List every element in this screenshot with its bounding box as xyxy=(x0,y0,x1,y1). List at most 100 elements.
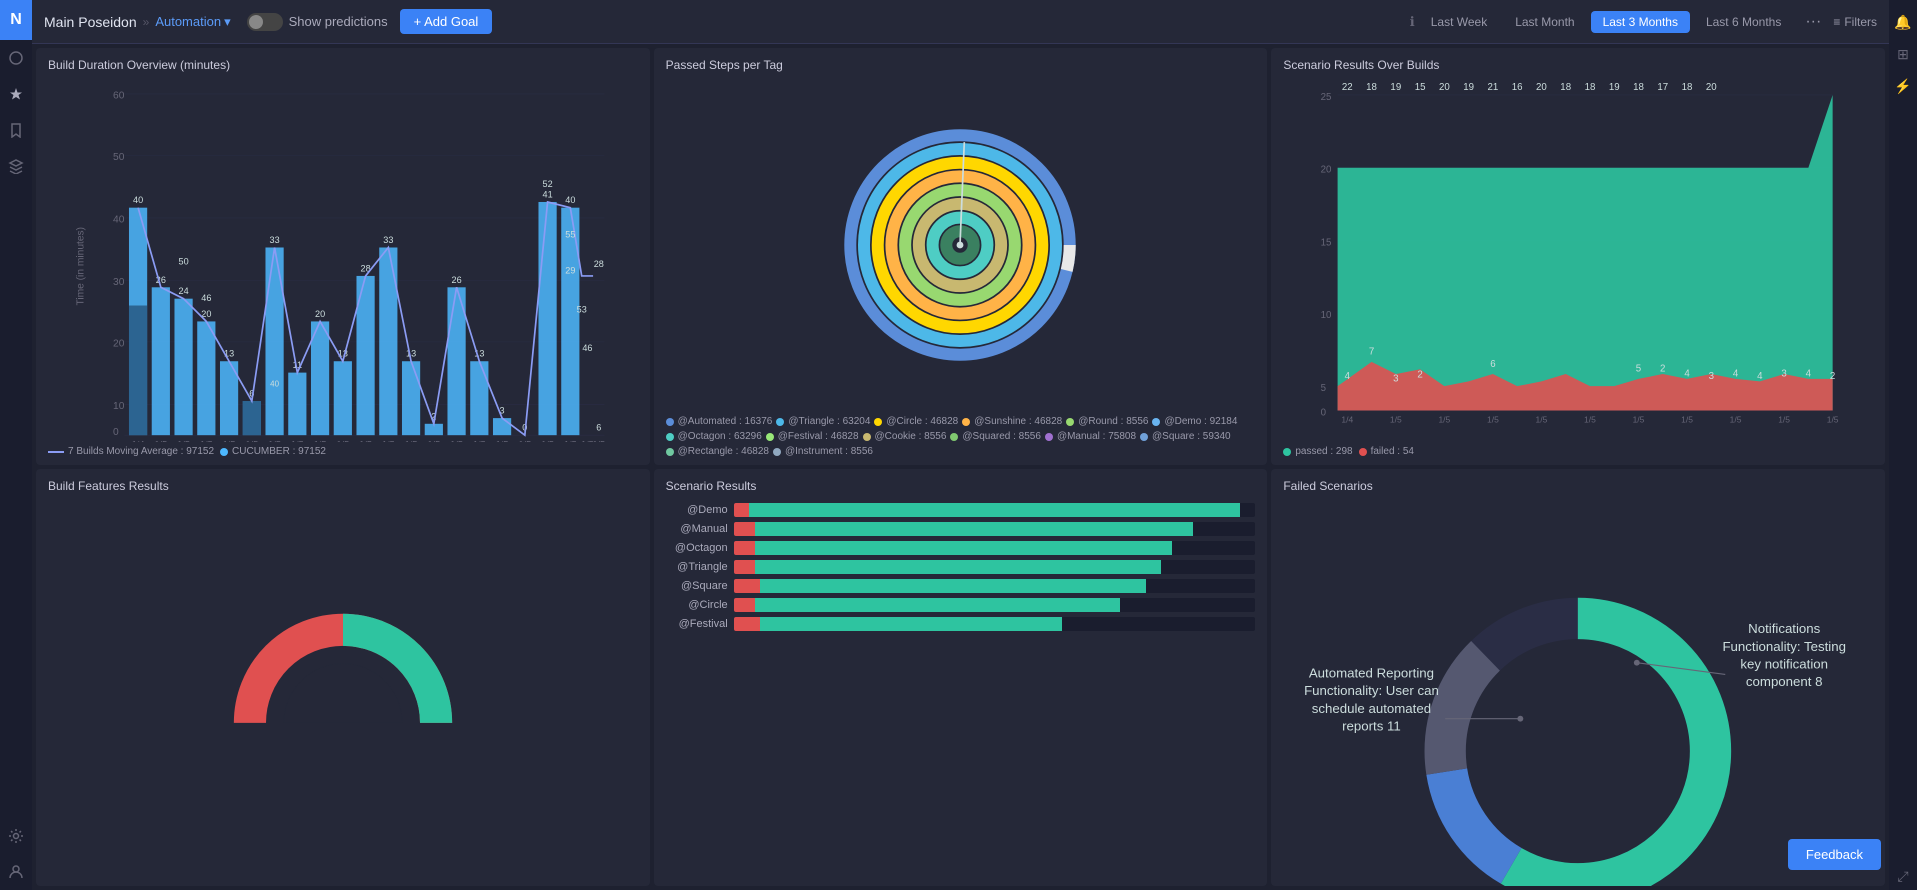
time-btn-last-6-months[interactable]: Last 6 Months xyxy=(1694,11,1793,33)
time-btn-last-week[interactable]: Last Week xyxy=(1419,11,1499,33)
legend-failed: failed : 54 xyxy=(1359,446,1414,457)
svg-text:20: 20 xyxy=(1321,165,1332,176)
svg-text:18: 18 xyxy=(1682,82,1693,93)
svg-text:1/5: 1/5 xyxy=(268,440,281,442)
automation-link[interactable]: Automation ▾ xyxy=(155,14,230,30)
right-sidebar: 🔔 ⊞ ⚡ ⤢ xyxy=(1889,0,1917,890)
legend-passed: passed : 298 xyxy=(1283,446,1352,457)
svg-text:Functionality: User can: Functionality: User can xyxy=(1304,683,1439,698)
svg-text:1/5: 1/5 xyxy=(1827,415,1839,425)
l7-icon xyxy=(666,433,674,441)
svg-text:7: 7 xyxy=(1369,347,1374,358)
time-btn-last-3-months[interactable]: Last 3 Months xyxy=(1591,11,1690,33)
svg-text:22: 22 xyxy=(1342,82,1353,93)
bar-green-festival xyxy=(760,617,1063,631)
svg-text:30: 30 xyxy=(113,277,125,288)
bar-track-circle xyxy=(734,598,1256,612)
svg-text:1/5: 1/5 xyxy=(336,440,349,442)
nav-icon-layers[interactable] xyxy=(0,148,32,184)
right-expand-icon[interactable]: ⤢ xyxy=(1891,862,1915,890)
l2-icon xyxy=(776,418,784,426)
svg-text:1/5: 1/5 xyxy=(427,440,440,442)
svg-text:33: 33 xyxy=(270,235,280,245)
bar-row-festival: @Festival xyxy=(666,617,1256,631)
svg-text:3: 3 xyxy=(1393,373,1398,384)
nav-icon-bookmark[interactable] xyxy=(0,112,32,148)
l5-icon xyxy=(1066,418,1074,426)
svg-text:3: 3 xyxy=(1782,368,1787,379)
svg-text:1/5: 1/5 xyxy=(450,440,463,442)
build-duration-svg: 60 50 40 30 20 10 0 Time (in minutes) xyxy=(48,78,638,442)
build-features-title: Build Features Results xyxy=(48,479,638,493)
svg-text:53: 53 xyxy=(577,304,587,314)
right-grid-icon[interactable]: ⊞ xyxy=(1891,40,1915,68)
svg-text:3: 3 xyxy=(1709,371,1714,382)
bar-green-square xyxy=(760,579,1146,593)
feedback-button[interactable]: Feedback xyxy=(1788,839,1881,870)
bar-row-triangle: @Triangle xyxy=(666,560,1256,574)
svg-text:4: 4 xyxy=(1757,371,1763,382)
right-lightning-icon[interactable]: ⚡ xyxy=(1891,72,1915,100)
build-duration-legend: 7 Builds Moving Average : 97152 CUCUMBER… xyxy=(48,446,638,457)
nav-icon-explore[interactable] xyxy=(0,76,32,112)
scenario-builds-legend: passed : 298 failed : 54 xyxy=(1283,446,1873,457)
nav-icon-user[interactable] xyxy=(0,854,32,890)
svg-text:1/4: 1/4 xyxy=(1342,415,1354,425)
bar-green-triangle xyxy=(755,560,1162,574)
failed-scenarios-title: Failed Scenarios xyxy=(1283,479,1873,493)
svg-text:4: 4 xyxy=(1806,368,1812,379)
time-btn-last-month[interactable]: Last Month xyxy=(1503,11,1586,33)
more-button[interactable]: ··· xyxy=(1797,13,1829,31)
failed-scenarios-content: Automated Reporting Functionality: User … xyxy=(1283,499,1873,886)
l12-icon xyxy=(1140,433,1148,441)
svg-text:1/5: 1/5 xyxy=(314,440,327,442)
toggle-area: Show predictions xyxy=(247,13,388,31)
add-goal-button[interactable]: + Add Goal xyxy=(400,9,493,34)
bar-red-square xyxy=(734,579,760,593)
passed-steps-svg xyxy=(840,125,1080,365)
bar-red-octagon xyxy=(734,541,755,555)
svg-text:1/5: 1/5 xyxy=(473,440,486,442)
svg-text:Functionality: Testing: Functionality: Testing xyxy=(1723,639,1847,654)
l4-icon xyxy=(962,418,970,426)
nav-icon-settings[interactable] xyxy=(0,818,32,854)
right-bell-icon[interactable]: 🔔 xyxy=(1891,8,1915,36)
svg-text:21: 21 xyxy=(1488,82,1499,93)
scenario-results-title: Scenario Results xyxy=(666,479,1256,493)
predictions-toggle[interactable] xyxy=(247,13,283,31)
svg-text:0: 0 xyxy=(113,427,119,438)
l10-icon xyxy=(950,433,958,441)
bar-row-octagon: @Octagon xyxy=(666,541,1256,555)
svg-text:schedule automated: schedule automated xyxy=(1312,701,1431,716)
svg-text:6: 6 xyxy=(596,423,601,433)
svg-text:18: 18 xyxy=(1367,82,1378,93)
filter-button[interactable]: ≡ Filters xyxy=(1833,15,1877,29)
svg-text:1/4: 1/4 xyxy=(132,440,145,442)
bar-red-triangle xyxy=(734,560,755,574)
info-icon[interactable]: ℹ xyxy=(1410,14,1415,30)
svg-text:1/5: 1/5 xyxy=(1487,415,1499,425)
svg-text:1/5: 1/5 xyxy=(245,440,258,442)
svg-text:4: 4 xyxy=(1685,368,1691,379)
bar-red-demo xyxy=(734,503,750,517)
svg-text:1/5: 1/5 xyxy=(291,440,304,442)
main-content: Main Poseidon » Automation ▾ Show predic… xyxy=(32,0,1889,890)
svg-text:1/5: 1/5 xyxy=(564,440,577,442)
svg-text:reports 11: reports 11 xyxy=(1342,718,1401,733)
svg-text:20: 20 xyxy=(1536,82,1547,93)
scenario-results-bars: @Demo @Manual @Octagon xyxy=(666,499,1256,878)
topbar-left: Main Poseidon » Automation ▾ Show predic… xyxy=(44,9,492,34)
svg-text:50: 50 xyxy=(179,257,189,267)
failed-scenarios-svg: Automated Reporting Functionality: User … xyxy=(1283,499,1873,886)
bar-track-demo xyxy=(734,503,1256,517)
svg-text:41: 41 xyxy=(543,189,553,199)
build-features-svg: passed 1 xyxy=(233,579,453,799)
bar-red-circle xyxy=(734,598,755,612)
svg-text:1/5: 1/5 xyxy=(200,440,213,442)
passed-icon xyxy=(1283,448,1291,456)
svg-text:Notifications: Notifications xyxy=(1748,621,1821,636)
bar-row-square: @Square xyxy=(666,579,1256,593)
svg-text:20: 20 xyxy=(1439,82,1450,93)
nav-icon-home[interactable] xyxy=(0,40,32,76)
panel-build-duration: Build Duration Overview (minutes) 60 50 … xyxy=(36,48,650,465)
